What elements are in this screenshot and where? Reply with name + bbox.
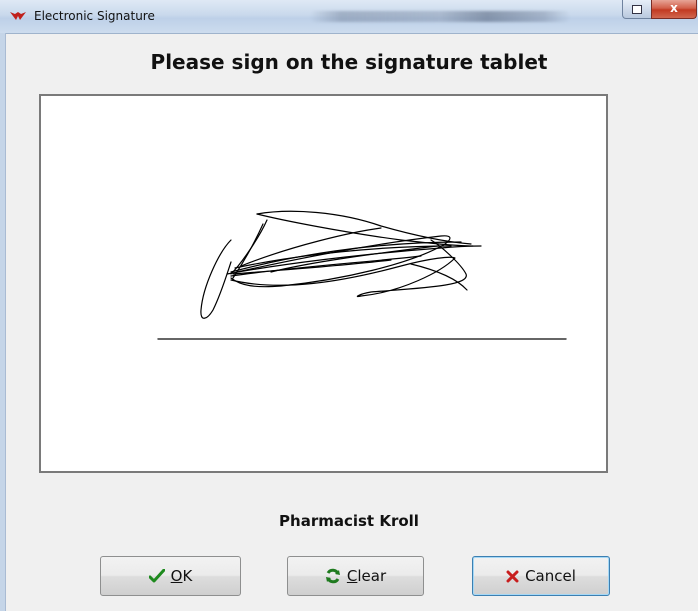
page-title: Please sign on the signature tablet — [150, 50, 548, 74]
signature-dialog: Electronic Signature x Please sign on th… — [0, 0, 698, 611]
ok-button[interactable]: OK — [100, 556, 241, 596]
signature-strokes — [157, 210, 567, 340]
cancel-button-label: Cancel — [525, 567, 576, 585]
title-bar[interactable]: Electronic Signature x — [0, 0, 698, 34]
restore-icon — [632, 5, 642, 14]
refresh-icon — [325, 568, 341, 584]
signer-name: Pharmacist Kroll — [279, 512, 419, 530]
signature-pad[interactable] — [39, 94, 608, 473]
window-title: Electronic Signature — [34, 9, 155, 23]
ok-button-label: OK — [170, 567, 193, 585]
clear-button-label: Clear — [346, 567, 387, 585]
restore-button[interactable] — [622, 0, 652, 19]
app-logo-icon — [10, 12, 26, 20]
close-button[interactable]: x — [651, 0, 697, 19]
blurred-title-info — [310, 11, 570, 22]
x-icon — [506, 570, 519, 583]
clear-button[interactable]: Clear — [287, 556, 424, 596]
check-icon — [148, 569, 165, 583]
cancel-button[interactable]: Cancel — [472, 556, 610, 596]
signature-canvas — [157, 210, 567, 340]
